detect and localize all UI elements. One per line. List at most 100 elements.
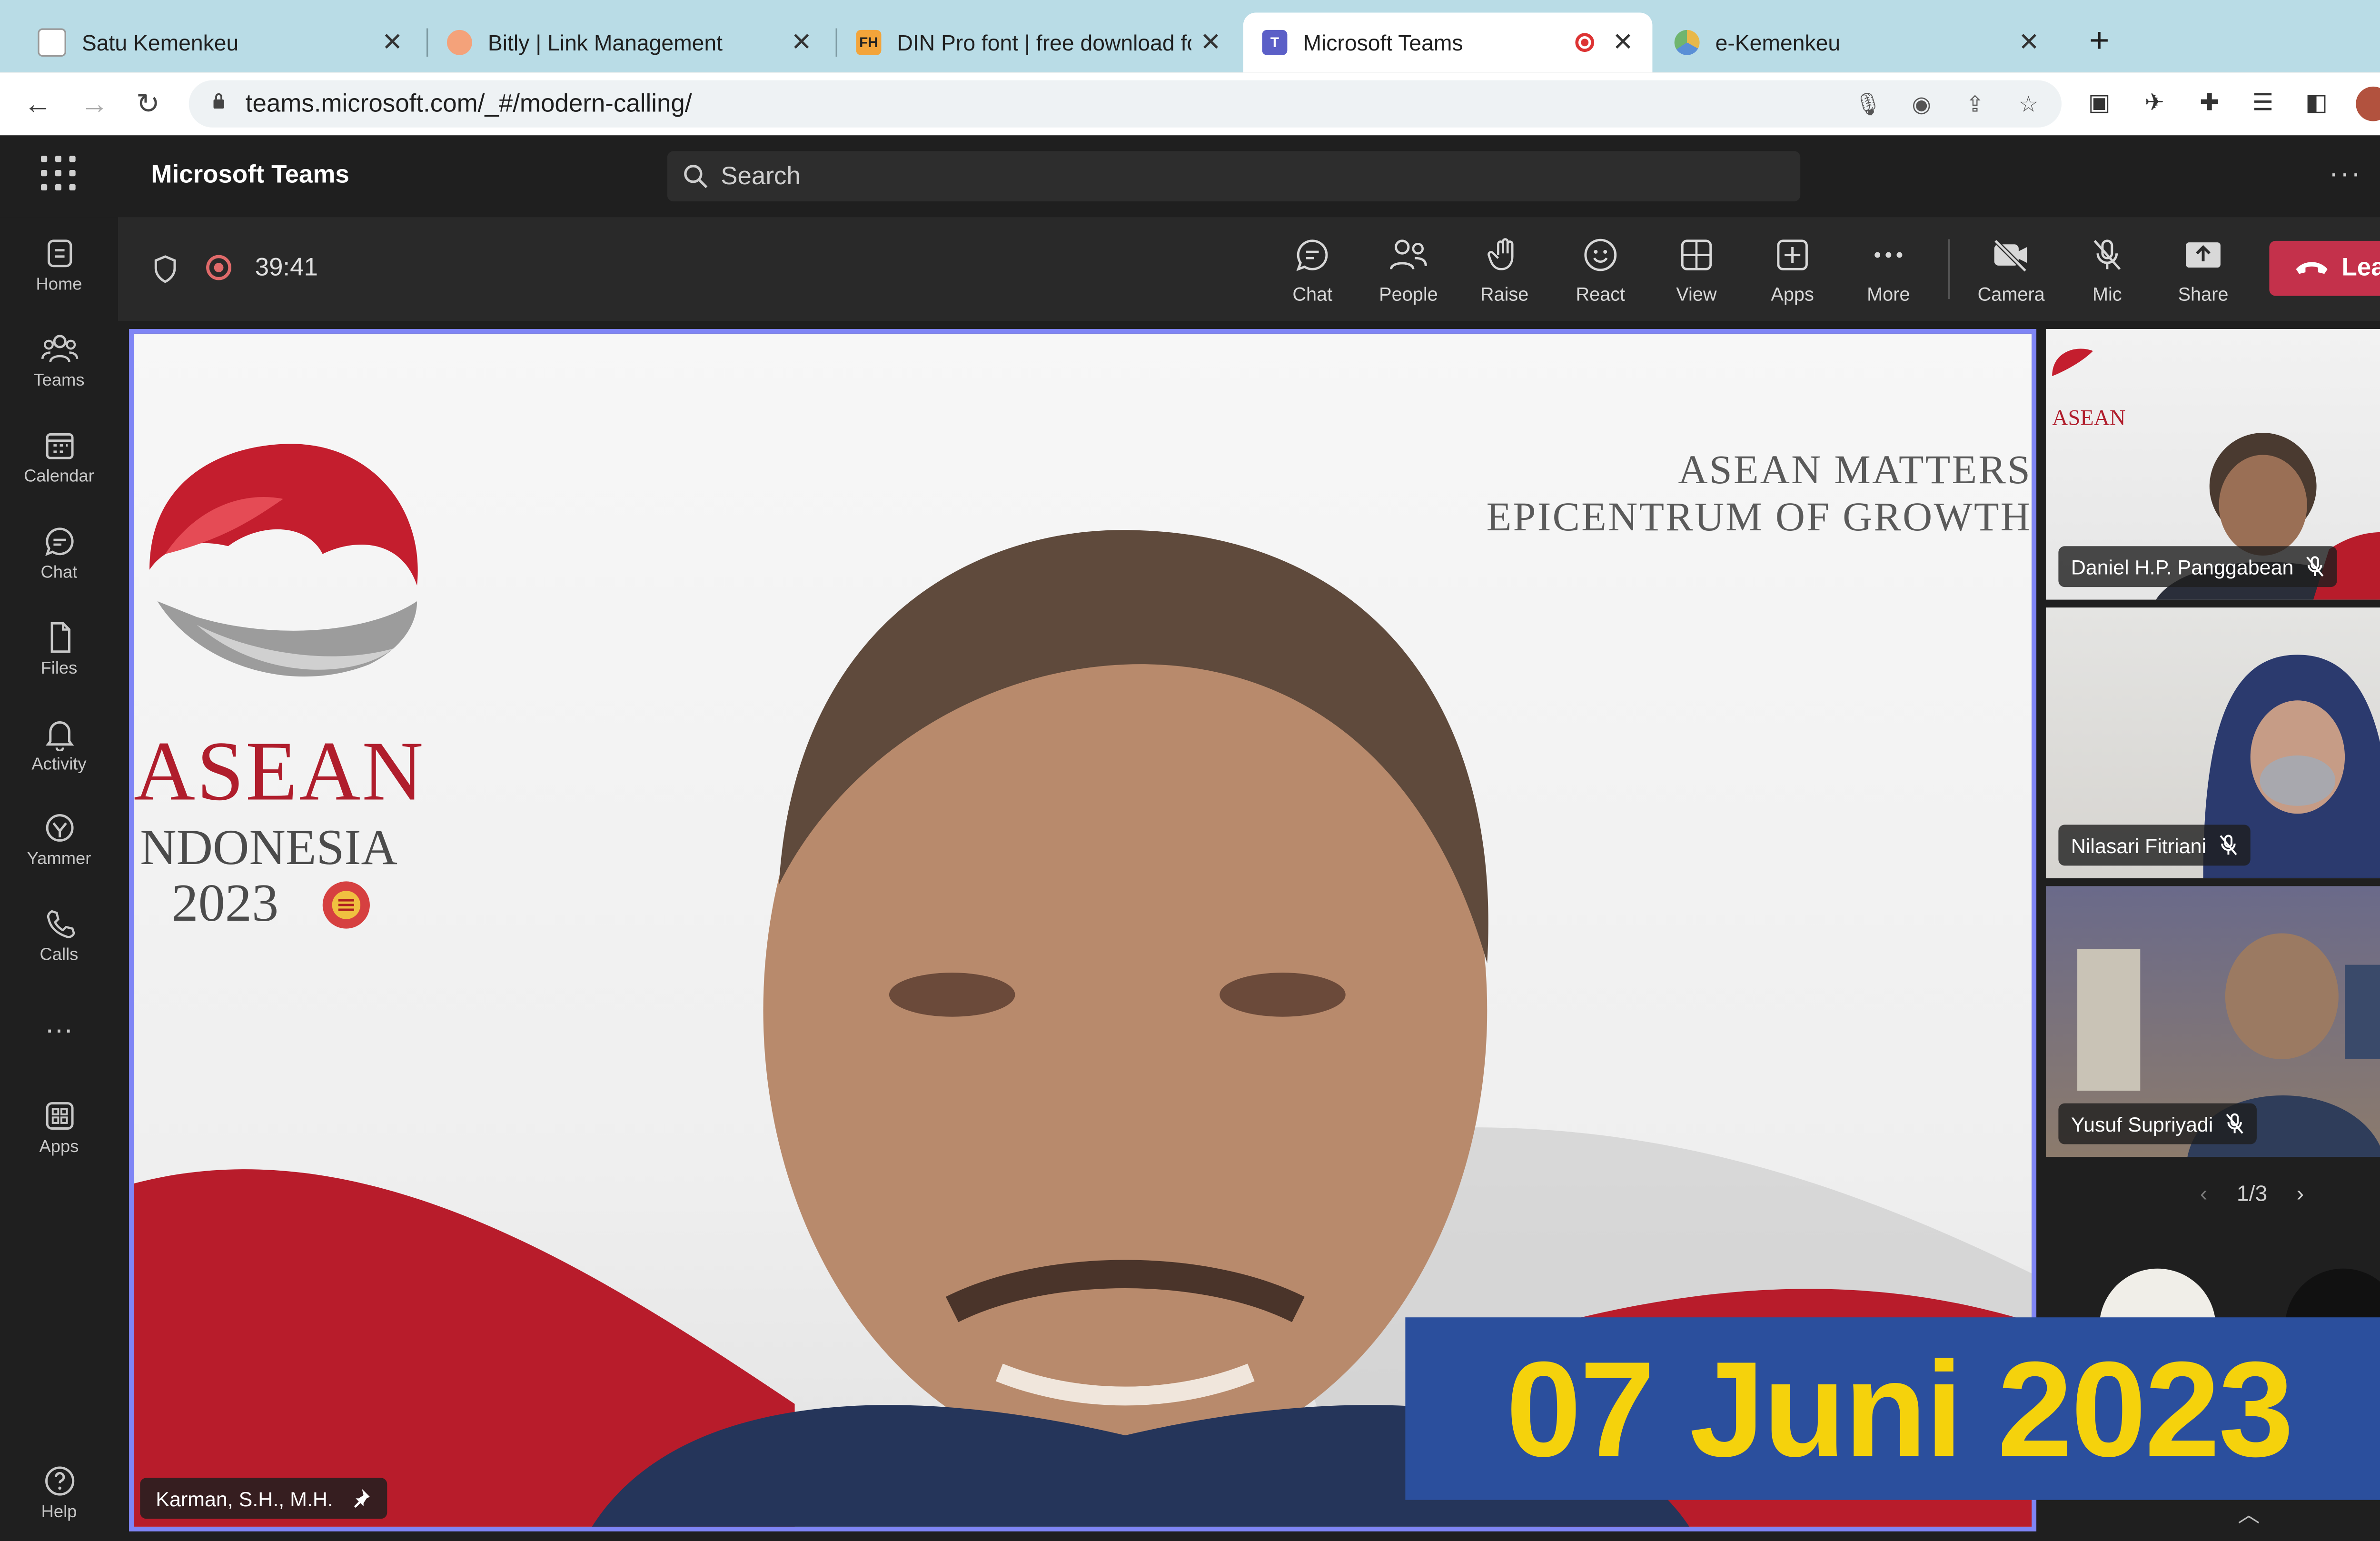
document-icon: [38, 28, 66, 57]
react-button[interactable]: React: [1557, 236, 1645, 308]
rail-label: Teams: [33, 371, 85, 390]
eye-icon[interactable]: ◉: [1907, 91, 1936, 117]
rail-item-yammer[interactable]: Yammer: [0, 811, 118, 893]
rail-more-apps-icon[interactable]: ···: [0, 1014, 118, 1051]
settings-more-icon[interactable]: ···: [2329, 158, 2362, 190]
address-bar[interactable]: teams.microsoft.com/_#/modern-calling/ 🎙…: [188, 80, 2062, 128]
home-icon: [47, 239, 71, 268]
asean-indonesia-logo: [149, 444, 418, 677]
browser-tab-satu-kemenkeu[interactable]: Satu Kemenkeu ✕: [19, 12, 422, 72]
people-button[interactable]: People: [1364, 236, 1452, 308]
rail-item-files[interactable]: Files: [0, 620, 118, 702]
participant-name-tag: Yusuf Supriyadi: [2058, 1103, 2258, 1144]
date-overlay-banner: 07 Juni 2023: [1405, 1317, 2380, 1500]
rail-item-apps[interactable]: Apps: [0, 1099, 118, 1181]
bookmark-star-icon[interactable]: ☆: [2014, 91, 2043, 117]
app-launcher-icon[interactable]: [40, 156, 79, 193]
bitly-icon: [446, 30, 472, 55]
puzzle-icon[interactable]: ✚: [2194, 88, 2225, 119]
view-button[interactable]: View: [1652, 236, 1740, 308]
participant-name: Nilasari Fitriani: [2071, 833, 2207, 857]
share-icon: [2186, 242, 2221, 268]
search-box[interactable]: [667, 151, 1801, 205]
pin-icon[interactable]: [349, 1487, 371, 1509]
search-icon: [684, 165, 708, 189]
control-label: More: [1867, 283, 1910, 306]
calendar-icon: [45, 433, 73, 459]
tab-title: DIN Pro font | free download fo: [897, 30, 1191, 55]
rail-label: Files: [40, 659, 78, 678]
close-tab-icon[interactable]: ✕: [1200, 27, 1221, 58]
media-control-icon[interactable]: ☰: [2247, 88, 2279, 119]
yammer-icon: [45, 814, 73, 842]
logo-asean-text: ASEAN: [134, 724, 425, 819]
participant-tile[interactable]: Nilasari Fitriani: [2045, 607, 2380, 878]
rail-item-calendar[interactable]: Calendar: [0, 428, 118, 510]
rail-item-activity[interactable]: Activity: [0, 716, 118, 798]
chevron-up-icon[interactable]: ︿: [2238, 1498, 2260, 1530]
participant-tile[interactable]: Yusuf Supriyadi: [2045, 886, 2380, 1157]
browser-tab-teams[interactable]: T Microsoft Teams ✕: [1243, 12, 1653, 73]
apps-button[interactable]: Apps: [1748, 236, 1836, 308]
next-page-icon[interactable]: ›: [2297, 1181, 2304, 1206]
participant-tile[interactable]: ASEAN Daniel H.P. Panggabean: [2045, 328, 2380, 600]
rail-item-calls[interactable]: Calls: [0, 906, 118, 988]
leave-label: Leave: [2341, 255, 2380, 282]
share-page-icon[interactable]: ⇪: [1961, 91, 1989, 117]
search-input[interactable]: [717, 151, 1763, 205]
extension-icon[interactable]: ▣: [2083, 88, 2115, 119]
chat-button[interactable]: Chat: [1269, 236, 1357, 308]
control-label: Mic: [2092, 283, 2122, 306]
rail-label: Calendar: [24, 467, 94, 487]
browser-toolbar: ← → ↻ teams.microsoft.com/_#/modern-call…: [0, 72, 2380, 136]
rail-item-help[interactable]: Help: [0, 1464, 118, 1541]
browser-tab-e-kemenkeu[interactable]: e-Kemenkeu ✕: [1656, 12, 2058, 72]
participant-name: Yusuf Supriyadi: [2071, 1112, 2213, 1136]
help-icon: [44, 1466, 74, 1496]
close-tab-icon[interactable]: ✕: [791, 27, 812, 58]
previous-page-icon[interactable]: ‹: [2200, 1181, 2207, 1206]
shield-icon[interactable]: [153, 255, 178, 284]
camera-button[interactable]: Camera: [1967, 236, 2055, 308]
close-tab-icon[interactable]: ✕: [2018, 27, 2039, 58]
new-tab-icon[interactable]: +: [2077, 19, 2122, 63]
participant-name-tag: Daniel H.P. Panggabean: [2058, 546, 2338, 587]
tab-title: Satu Kemenkeu: [81, 30, 239, 55]
more-button[interactable]: More: [1844, 236, 1933, 308]
close-tab-icon[interactable]: ✕: [382, 27, 403, 58]
control-label: Share: [2178, 283, 2229, 306]
rail-label: Yammer: [27, 850, 91, 869]
bell-icon: [45, 721, 73, 751]
recording-icon: [206, 255, 231, 280]
close-tab-icon[interactable]: ✕: [1612, 27, 1633, 58]
url-text: teams.microsoft.com/_#/modern-calling/: [245, 91, 692, 118]
leave-button[interactable]: Leave: [2269, 240, 2380, 296]
control-label: View: [1676, 283, 1717, 306]
microphone-icon[interactable]: 🎙: [1854, 91, 1883, 117]
fh-icon: FH: [856, 30, 882, 55]
side-panel-icon[interactable]: ◧: [2301, 88, 2332, 119]
meeting-timer: 39:41: [255, 255, 318, 282]
chat-bubble-icon: [1296, 239, 1328, 271]
reload-icon[interactable]: ↻: [129, 85, 167, 123]
rail-item-chat[interactable]: Chat: [0, 524, 118, 606]
control-divider: [1948, 239, 1950, 299]
more-dots-icon: [1874, 252, 1903, 258]
page-indicator: 1/3: [2236, 1180, 2268, 1206]
browser-tab-din-pro[interactable]: FH DIN Pro font | free download fo ✕: [837, 12, 1240, 72]
recording-indicator-icon: [1575, 33, 1594, 52]
browser-tab-bitly[interactable]: Bitly | Link Management ✕: [428, 12, 831, 72]
mic-muted-icon: [2226, 1113, 2244, 1134]
back-icon[interactable]: ←: [19, 85, 57, 123]
rail-item-teams[interactable]: Teams: [0, 332, 118, 414]
hand-icon: [1488, 238, 1514, 270]
camera-off-icon: [1993, 239, 2027, 273]
mic-button[interactable]: Mic: [2063, 236, 2151, 308]
control-label: Raise: [1480, 283, 1529, 306]
share-button[interactable]: Share: [2159, 236, 2247, 308]
rail-item-home[interactable]: Home: [0, 236, 118, 318]
forward-icon[interactable]: →: [76, 85, 113, 123]
raise-hand-button[interactable]: Raise: [1460, 236, 1548, 308]
extension-icon[interactable]: ✈: [2139, 88, 2170, 119]
profile-avatar[interactable]: [2356, 86, 2380, 121]
